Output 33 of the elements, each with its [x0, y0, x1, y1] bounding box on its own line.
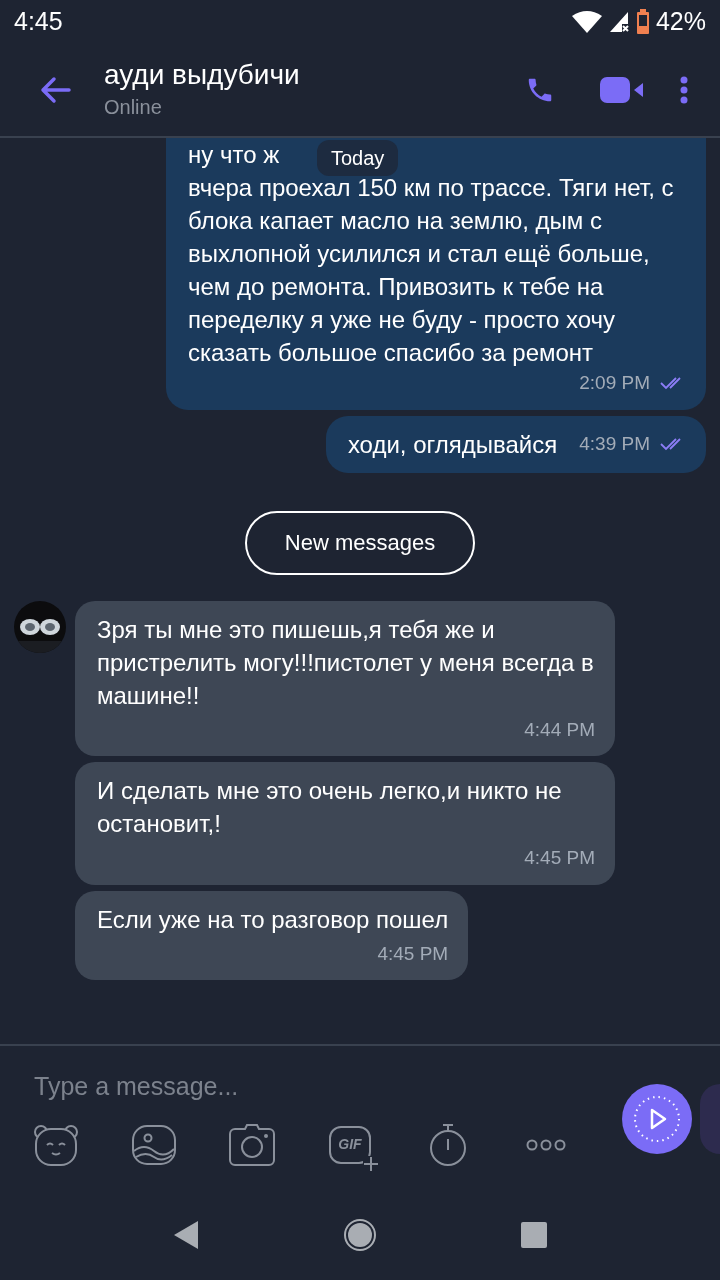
contact-status: Online [104, 95, 163, 120]
more-icon [526, 1138, 566, 1151]
gif-button[interactable]: GIF [315, 1119, 385, 1170]
message-time: 2:09 PM [579, 371, 650, 395]
play-icon [631, 1093, 683, 1145]
message-text: ходи, оглядывайся [347, 429, 558, 460]
signal-icon [607, 10, 630, 34]
stopwatch-icon [429, 1122, 467, 1167]
battery-icon [635, 9, 650, 35]
back-arrow-icon [39, 76, 71, 104]
message-input-field[interactable]: Type a message... [34, 1068, 594, 1106]
message-text: вчера проехал 150 км по трассе. Тяги нет, с блока капает масло на землю, дым с выхлопной усилился и стал ещё больше, чем до ремонта. Привозить к тебе на переделку я уже не буду - просто хочу сказать большое спасибо за ремонт [188, 173, 675, 368]
home-nav-icon[interactable] [343, 1218, 377, 1252]
message-text: Зря ты мне это пишешь,я тебя же и пристрелить могу!!!пистолет у меня всегда в машине!! [97, 614, 595, 711]
image-icon [132, 1124, 176, 1165]
recents-nav-icon[interactable] [520, 1221, 549, 1249]
camera-icon [229, 1123, 275, 1166]
video-camera-icon [600, 76, 644, 104]
message-time: 4:45 PM [524, 846, 595, 870]
wifi-icon [571, 10, 602, 34]
message-text: Если уже на то разговор пошел [97, 904, 449, 935]
status-time: 4:45 [14, 6, 63, 38]
message-time: 4:39 PM [579, 431, 650, 456]
date-pill: Today [317, 140, 399, 176]
battery-percent: 42% [655, 6, 706, 38]
new-messages-button[interactable]: New messages [245, 510, 475, 575]
message-text: И сделать мне это очень легко,и никто не остановит,! [97, 776, 563, 839]
contact-name: ауди выдубичи [104, 58, 301, 92]
bear-face-icon [32, 1122, 80, 1167]
more-vertical-icon [680, 76, 688, 104]
message-text: ну что ж [188, 140, 280, 170]
message-time: 4:44 PM [524, 717, 595, 742]
message-time: 4:45 PM [377, 941, 449, 966]
